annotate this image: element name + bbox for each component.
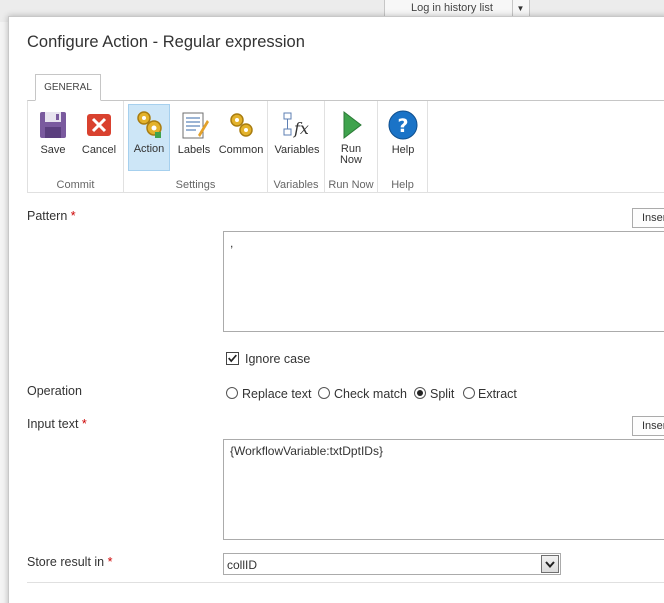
radio-check-match[interactable]	[318, 387, 330, 399]
configure-action-dialog: Configure Action - Regular expression GE…	[8, 16, 664, 603]
dialog-title: Configure Action - Regular expression	[27, 33, 305, 51]
help-button[interactable]: ? Help	[380, 106, 426, 172]
labels-icon	[182, 112, 209, 139]
labels-button[interactable]: Labels	[172, 106, 216, 172]
pattern-insert-button[interactable]: Insert	[632, 208, 664, 228]
operation-label: Operation	[27, 384, 82, 398]
radio-replace-text[interactable]	[226, 387, 238, 399]
save-button[interactable]: Save	[30, 106, 76, 172]
action-button[interactable]: Action	[128, 104, 170, 171]
cancel-button-label: Cancel	[81, 144, 117, 156]
variables-button-label: Variables	[274, 144, 320, 156]
action-button-label: Action	[133, 143, 165, 155]
svg-text:?: ?	[397, 115, 408, 137]
chevron-down-icon[interactable]	[541, 555, 559, 573]
play-icon	[343, 110, 362, 140]
common-button[interactable]: Common	[216, 106, 266, 172]
svg-text:fx: fx	[293, 119, 309, 138]
tab-general[interactable]: GENERAL	[35, 74, 101, 101]
required-marker: *	[81, 417, 87, 431]
gears-icon	[230, 113, 253, 137]
ribbon-group-variables: fx Variables Variables	[268, 101, 325, 193]
group-label-variables: Variables	[273, 179, 319, 191]
ribbon-group-help: ? Help Help	[378, 101, 428, 193]
input-text-label: Input text *	[27, 417, 87, 431]
store-result-select-value: collID	[227, 558, 258, 572]
pattern-label: Pattern *	[27, 209, 76, 223]
store-result-select[interactable]: collID	[223, 553, 561, 575]
required-marker: *	[70, 209, 76, 223]
input-text-textarea[interactable]: {WorkflowVariable:txtDptIDs}	[223, 439, 664, 540]
run-now-label-line2: Now	[339, 154, 362, 166]
input-text-insert-button[interactable]: Insert	[632, 416, 664, 436]
radio-extract[interactable]	[463, 387, 475, 399]
group-label-help: Help	[391, 179, 414, 191]
gears-icon	[137, 111, 162, 138]
chevron-down-icon[interactable]: ▼	[512, 0, 528, 16]
radio-split[interactable]	[414, 387, 426, 399]
save-icon	[40, 112, 66, 138]
common-button-label: Common	[218, 144, 264, 156]
group-label-settings: Settings	[175, 179, 216, 191]
ribbon: Save Cancel Commit Action Labels Common …	[27, 100, 664, 193]
history-list-select-text: Log in history list	[411, 2, 493, 14]
footer-divider	[27, 582, 664, 583]
ignore-case-label: Ignore case	[245, 352, 311, 366]
function-icon: fx	[283, 112, 309, 138]
help-icon: ?	[388, 110, 418, 140]
radio-split-label: Split	[430, 387, 455, 401]
group-label-commit: Commit	[56, 179, 95, 191]
close-icon	[87, 114, 111, 136]
store-result-label: Store result in *	[27, 555, 113, 569]
ribbon-group-commit: Save Cancel Commit	[28, 101, 124, 193]
radio-extract-label: Extract	[478, 387, 517, 401]
ribbon-group-settings: Action Labels Common Settings	[124, 101, 268, 193]
variables-button[interactable]: fx Variables	[271, 106, 323, 172]
ignore-case-checkbox[interactable]	[226, 352, 239, 365]
help-button-label: Help	[391, 144, 415, 156]
labels-button-label: Labels	[177, 144, 211, 156]
checkmark-icon	[228, 354, 237, 363]
save-button-label: Save	[40, 144, 66, 156]
required-marker: *	[107, 555, 113, 569]
group-label-run-now: Run Now	[328, 179, 374, 191]
cancel-button[interactable]: Cancel	[76, 106, 122, 172]
radio-check-match-label: Check match	[334, 387, 407, 401]
pattern-textarea[interactable]: ,	[223, 231, 664, 332]
run-now-button[interactable]: Run Now	[328, 106, 374, 172]
ribbon-group-run-now: Run Now Run Now	[325, 101, 378, 193]
radio-replace-text-label: Replace text	[242, 387, 312, 401]
